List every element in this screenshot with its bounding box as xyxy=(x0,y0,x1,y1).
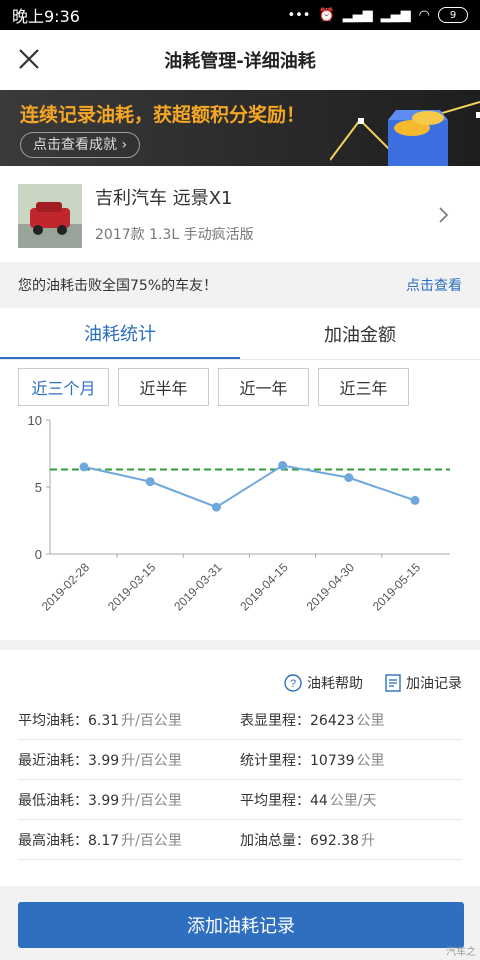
range-3-years[interactable]: 近三年 xyxy=(318,368,409,406)
data-point xyxy=(410,495,420,505)
signal-icon-2: ▂▄▆ xyxy=(380,7,411,23)
stat-value: 6.31 xyxy=(88,712,120,729)
header: 油耗管理-详细油耗 xyxy=(0,30,480,90)
stat-value: 44 xyxy=(310,792,328,809)
data-point xyxy=(278,461,288,471)
stat-unit: 升/百公里 xyxy=(121,712,182,729)
stat-value: 3.99 xyxy=(88,792,120,809)
stat-value: 3.99 xyxy=(88,752,120,769)
banner-slogan: 连续记录油耗，获超额积分奖励！ xyxy=(20,104,306,126)
fuel-records-link[interactable]: 加油记录 xyxy=(385,666,462,700)
fuel-help-link[interactable]: ? 油耗帮助 xyxy=(284,666,363,700)
stats-row: 平均油耗：6.31 升/百公里 表显里程：26423 公里 xyxy=(18,700,462,740)
tab-bar: 油耗统计 加油金额 xyxy=(0,308,480,360)
stat-cell: 统计里程：10739 公里 xyxy=(240,750,462,770)
car-photo xyxy=(18,184,82,248)
range-selector: 近三个月 近半年 近一年 近三年 xyxy=(0,360,480,414)
stat-value: 26423 xyxy=(310,712,355,729)
y-tick-label: 10 xyxy=(28,413,42,428)
range-3-months[interactable]: 近三个月 xyxy=(18,368,109,406)
stat-value: 8.17 xyxy=(88,832,120,849)
stat-cell: 加油总量：692.38 升 xyxy=(240,830,462,850)
rank-view-link[interactable]: 点击查看 xyxy=(406,275,462,295)
x-tick-label: 2019-04-30 xyxy=(304,560,358,614)
stat-cell: 最近油耗：3.99 升/百公里 xyxy=(18,750,240,770)
battery-icon: 9 xyxy=(438,7,468,23)
stat-label: 平均油耗： xyxy=(18,712,88,729)
status-icons: ••• ⏰ ▂▄▆ ▂▄▆ ◠ 9 xyxy=(287,7,468,23)
status-time: 晚上9:36 xyxy=(12,7,80,26)
car-name: 吉利汽车 远景X1 xyxy=(95,188,233,209)
fuel-stats-panel: 油耗统计 加油金额 近三个月 近半年 近一年 近三年 0 5 10 2019-02-2… xyxy=(0,308,480,640)
series-line xyxy=(83,464,416,509)
stat-unit: 公里/天 xyxy=(329,792,377,809)
x-tick-label: 2019-03-15 xyxy=(105,560,159,614)
fuel-consumption-chart: 05102019-02-28 2019-03-15 2019-03-31 2019-0… xyxy=(28,413,450,614)
data-point xyxy=(344,473,354,483)
stat-cell: 最高油耗：8.17 升/百公里 xyxy=(18,830,240,850)
view-achievements-button[interactable]: 点击查看成就 › xyxy=(20,132,141,158)
svg-text:?: ? xyxy=(290,678,296,690)
banner-coins-illustration xyxy=(330,101,480,166)
stat-unit: 公里 xyxy=(356,752,385,769)
stat-label: 平均里程： xyxy=(240,792,310,809)
data-point xyxy=(145,477,155,487)
watermark: 汽车之 xyxy=(446,947,476,958)
signal-icon: ▂▄▆ xyxy=(342,7,373,23)
stat-cell: 最低油耗：3.99 升/百公里 xyxy=(18,790,240,810)
stat-value: 10739 xyxy=(310,752,355,769)
stat-label: 加油总量： xyxy=(240,832,310,849)
stats-grid: 平均油耗：6.31 升/百公里 表显里程：26423 公里 最近油耗：3.99 升/百公里… xyxy=(0,700,480,860)
stat-unit: 升/百公里 xyxy=(121,752,182,769)
tab-fuel-stats[interactable]: 油耗统计 xyxy=(0,308,240,359)
stats-row: 最低油耗：3.99 升/百公里 平均里程：44 公里/天 xyxy=(18,780,462,820)
stats-row: 最近油耗：3.99 升/百公里 统计里程：10739 公里 xyxy=(18,740,462,780)
stat-cell: 平均油耗：6.31 升/百公里 xyxy=(18,710,240,730)
rank-bar: 您的油耗击败全国75%的车友！ 点击查看 xyxy=(0,262,480,308)
y-tick-label: 5 xyxy=(35,480,42,495)
stat-unit: 升/百公里 xyxy=(121,792,182,809)
stats-row: 最高油耗：8.17 升/百公里 加油总量：692.38 升 xyxy=(18,820,462,860)
car-spec: 2017款 1.3L 手动疯活版 xyxy=(95,227,254,243)
stat-value: 692.38 xyxy=(310,832,359,849)
help-icon: ? xyxy=(284,674,302,692)
add-fuel-record-button[interactable]: 添加油耗记录 xyxy=(18,902,464,948)
close-icon[interactable] xyxy=(14,44,44,74)
page-title: 油耗管理-详细油耗 xyxy=(164,51,316,72)
promo-banner[interactable]: 连续记录油耗，获超额积分奖励！ 点击查看成就 › xyxy=(0,90,480,166)
stat-unit: 公里 xyxy=(356,712,385,729)
stats-section: ? 油耗帮助 加油记录 平均油耗：6.31 升/百公里 表显里程：26423 公里 最近… xyxy=(0,650,480,886)
stat-label: 最高油耗： xyxy=(18,832,88,849)
data-point xyxy=(79,462,89,472)
stat-unit: 升/百公里 xyxy=(121,832,182,849)
alarm-icon: ⏰ xyxy=(318,7,335,23)
range-1-year[interactable]: 近一年 xyxy=(218,368,309,406)
stat-label: 统计里程： xyxy=(240,752,310,769)
range-6-months[interactable]: 近半年 xyxy=(118,368,209,406)
stat-cell: 平均里程：44 公里/天 xyxy=(240,790,462,810)
list-icon xyxy=(385,674,401,692)
data-point xyxy=(211,502,221,512)
stats-links: ? 油耗帮助 加油记录 xyxy=(0,650,480,700)
wifi-icon: ◠ xyxy=(418,7,430,23)
x-tick-label: 2019-04-15 xyxy=(237,560,291,614)
stat-unit: 升 xyxy=(361,832,375,849)
stat-label: 最近油耗： xyxy=(18,752,88,769)
status-bar: 晚上9:36 ••• ⏰ ▂▄▆ ▂▄▆ ◠ 9 xyxy=(0,0,480,30)
stat-label: 表显里程： xyxy=(240,712,310,729)
x-tick-label: 2019-02-28 xyxy=(39,560,93,614)
tab-fuel-amount[interactable]: 加油金额 xyxy=(240,308,480,359)
chevron-right-icon xyxy=(439,207,449,223)
y-tick-label: 0 xyxy=(35,547,42,562)
more-dots-icon: ••• xyxy=(287,7,311,23)
stat-cell: 表显里程：26423 公里 xyxy=(240,710,462,730)
rank-text: 您的油耗击败全国75%的车友！ xyxy=(18,278,218,294)
car-card[interactable]: 吉利汽车 远景X1 2017款 1.3L 手动疯活版 xyxy=(0,166,480,262)
stat-label: 最低油耗： xyxy=(18,792,88,809)
x-tick-label: 2019-03-31 xyxy=(171,560,225,614)
x-tick-label: 2019-05-15 xyxy=(370,560,424,614)
